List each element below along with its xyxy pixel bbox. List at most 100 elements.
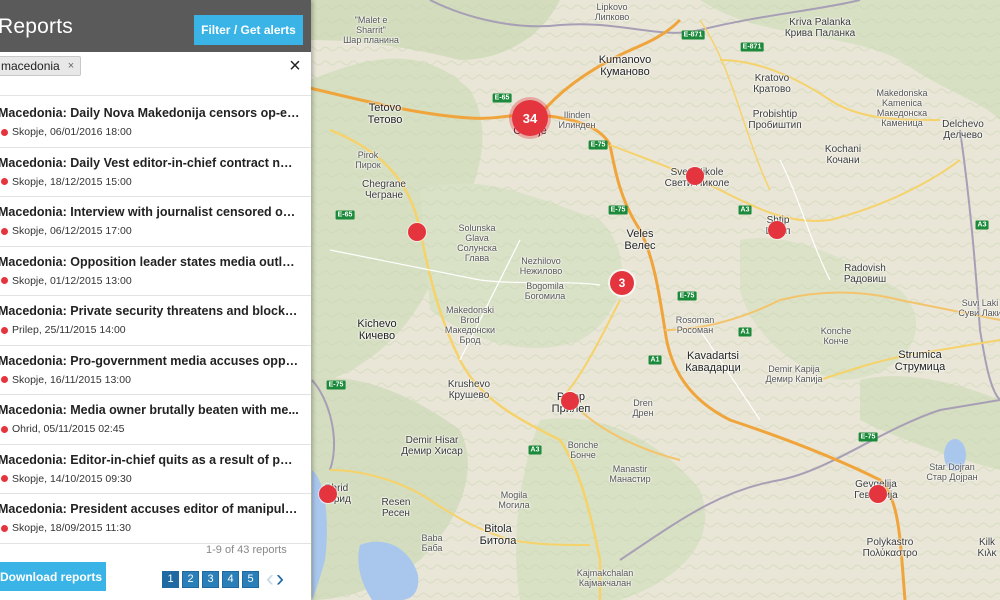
road-shield-e871: E-871 [740, 42, 764, 52]
place-label-radovish: Radovish Радовиш [843, 263, 887, 285]
place-label-dren: Dren Дрен [632, 398, 654, 418]
report-location-date: Skopje, 18/09/2015 11:30 [12, 522, 131, 534]
place-label-delchevo: Delchevo Делчево [942, 119, 984, 141]
result-count: 1-9 of 43 reports [206, 544, 287, 556]
report-title[interactable]: Macedonia: Editor-in-chief quits as a re… [0, 453, 300, 467]
report-meta: Skopje, 06/01/2016 18:00 [0, 126, 311, 138]
place-label-kajmakchalan: Kajmakchalan Кајмакчалан [576, 568, 634, 588]
location-pin-icon [1, 227, 8, 235]
place-label-rosoman: Rosoman Росоман [675, 315, 715, 335]
reports-sidebar: Reports Filter / Get alerts macedonia × … [0, 0, 311, 600]
road-shield-a1: A1 [648, 355, 662, 365]
place-label-konche: Konche Конче [820, 326, 852, 346]
report-meta: Prilep, 25/11/2015 14:00 [0, 324, 311, 336]
location-pin-icon [1, 524, 8, 532]
place-label-bitola: Bitola Битола [479, 523, 517, 547]
download-reports-button[interactable]: Download reports [0, 562, 106, 591]
place-label-kichevo: Kichevo Кичево [357, 318, 397, 342]
place-label-star-dojran: Star Dojran Стар Дојран [926, 462, 978, 482]
place-label-kavadartsi: Kavadartsi Кавадарци [685, 350, 741, 374]
report-item[interactable]: Macedonia: Interview with journalist cen… [0, 197, 311, 247]
place-label-makedonska-kamenica: Makedonska Kamenica Македонска Каменица [876, 88, 928, 128]
report-title[interactable]: Macedonia: Private security threatens an… [0, 304, 300, 318]
filter-chip-macedonia: macedonia × [0, 56, 82, 76]
sidebar-header: Reports Filter / Get alerts [0, 0, 311, 52]
place-label-probishtip: Probishtip Пробиштип [748, 109, 802, 131]
filter-chip-label: macedonia [1, 59, 60, 73]
report-meta: Ohrid, 05/11/2015 02:45 [0, 423, 311, 435]
chevron-right-icon[interactable]: › [276, 567, 284, 591]
page-button-4[interactable]: 4 [222, 570, 239, 588]
map-marker[interactable] [408, 223, 426, 241]
road-shield-e75-mid: E-75 [677, 291, 697, 301]
location-pin-icon [1, 475, 8, 482]
place-label-nezhilovo: Nezhilovo Нежилово [519, 256, 563, 276]
report-meta: Skopje, 18/12/2015 15:00 [0, 176, 311, 188]
chip-remove-icon[interactable]: × [68, 60, 74, 72]
place-label-krushevo: Krushevo Крушево [447, 379, 491, 401]
report-item[interactable]: Macedonia: President accuses editor of m… [0, 494, 311, 544]
map-marker[interactable] [561, 392, 579, 410]
report-item[interactable]: Macedonia: Opposition leader states medi… [0, 247, 311, 296]
page-button-5[interactable]: 5 [242, 570, 259, 588]
road-shield-a3: A3 [738, 205, 752, 215]
report-title[interactable]: Macedonia: President accuses editor of m… [0, 502, 300, 516]
report-location-date: Prilep, 25/11/2015 14:00 [12, 324, 126, 336]
report-title[interactable]: Macedonia: Opposition leader states medi… [0, 255, 300, 269]
report-location-date: Ohrid, 05/11/2015 02:45 [12, 423, 125, 435]
report-title[interactable]: Macedonia: Interview with journalist cen… [0, 205, 300, 219]
place-label-manastir: Manastir Манастир [609, 464, 651, 484]
place-label-chegrane: Chegrane Чегране [362, 179, 406, 201]
report-title[interactable]: Macedonia: Daily Vest editor-in-chief co… [0, 156, 300, 170]
report-item[interactable]: Macedonia: Daily Nova Makedonija censors… [0, 98, 311, 148]
map-marker[interactable] [686, 167, 704, 185]
report-location-date: Skopje, 01/12/2015 13:00 [12, 274, 132, 287]
map-cluster-marker-veles[interactable]: 3 [610, 271, 634, 295]
report-title[interactable]: Macedonia: Daily Nova Makedonija censors… [0, 106, 300, 120]
report-meta: Skopje, 01/12/2015 13:00 [0, 275, 311, 287]
road-shield-a1-mid: A1 [738, 327, 752, 337]
sidebar-title: Reports [0, 15, 73, 38]
place-label-veles: Veles Велес [624, 228, 656, 252]
place-label-solunska-glava: Solunska Glava Солунска Глава [457, 223, 497, 263]
place-label-kochani: Kochani Кочани [824, 144, 862, 166]
report-title[interactable]: Macedonia: Media owner brutally beaten w… [0, 403, 300, 417]
page-button-3[interactable]: 3 [202, 570, 219, 588]
report-item[interactable]: Macedonia: Editor-in-chief quits as a re… [0, 445, 311, 494]
report-item[interactable]: Macedonia: Daily Vest editor-in-chief co… [0, 148, 311, 197]
map-marker[interactable] [768, 221, 786, 239]
clear-filters-icon[interactable]: × [285, 55, 305, 77]
report-location-date: Skopje, 18/12/2015 15:00 [12, 175, 132, 188]
filter-alerts-button[interactable]: Filter / Get alerts [194, 15, 303, 45]
report-item[interactable]: Macedonia: Pro-government media accuses … [0, 346, 311, 395]
road-shield-e75-south: E-75 [858, 432, 878, 442]
place-label-mogila: Mogila Могила [498, 490, 530, 510]
map-cluster-marker-skopje[interactable]: 34 [512, 100, 548, 136]
report-item[interactable]: Macedonia: Private security threatens an… [0, 296, 311, 346]
place-label-lipkovo: Lipkovo Липково [594, 2, 630, 22]
road-shield-a3-east: A3 [975, 220, 989, 230]
road-shield-e75-north: E-75 [608, 205, 628, 215]
place-label-suvi-laki: Suvi Laki Суви Лаки [958, 298, 1000, 318]
place-label-ilinden: Ilinden Илинден [558, 110, 596, 130]
location-pin-icon [1, 376, 8, 383]
place-label-baba: Baba Баба [421, 533, 443, 553]
map-marker[interactable] [319, 485, 337, 503]
report-location-date: Skopje, 06/01/2016 18:00 [12, 126, 132, 138]
report-item[interactable]: Macedonia: Media owner brutally beaten w… [0, 395, 311, 445]
place-label-pirok: Pirok Пирок [355, 150, 381, 170]
map-marker[interactable] [869, 485, 887, 503]
pagination: 1 2 3 4 5 ‹ › [162, 567, 284, 591]
location-pin-icon [1, 425, 8, 433]
report-list: Macedonia: Daily Nova Makedonija censors… [0, 98, 311, 544]
page-button-2[interactable]: 2 [182, 570, 199, 588]
location-pin-icon [1, 178, 8, 185]
page-button-1[interactable]: 1 [162, 570, 179, 588]
report-title[interactable]: Macedonia: Pro-government media accuses … [0, 354, 300, 368]
chevron-left-icon[interactable]: ‹ [266, 567, 274, 591]
location-pin-icon [1, 277, 8, 284]
report-location-date: Skopje, 14/10/2015 09:30 [12, 472, 132, 485]
place-label-kilkis: Kilk Κιλκ [977, 537, 997, 559]
location-pin-icon [1, 326, 8, 334]
road-shield-e871-north: E-871 [681, 30, 705, 40]
